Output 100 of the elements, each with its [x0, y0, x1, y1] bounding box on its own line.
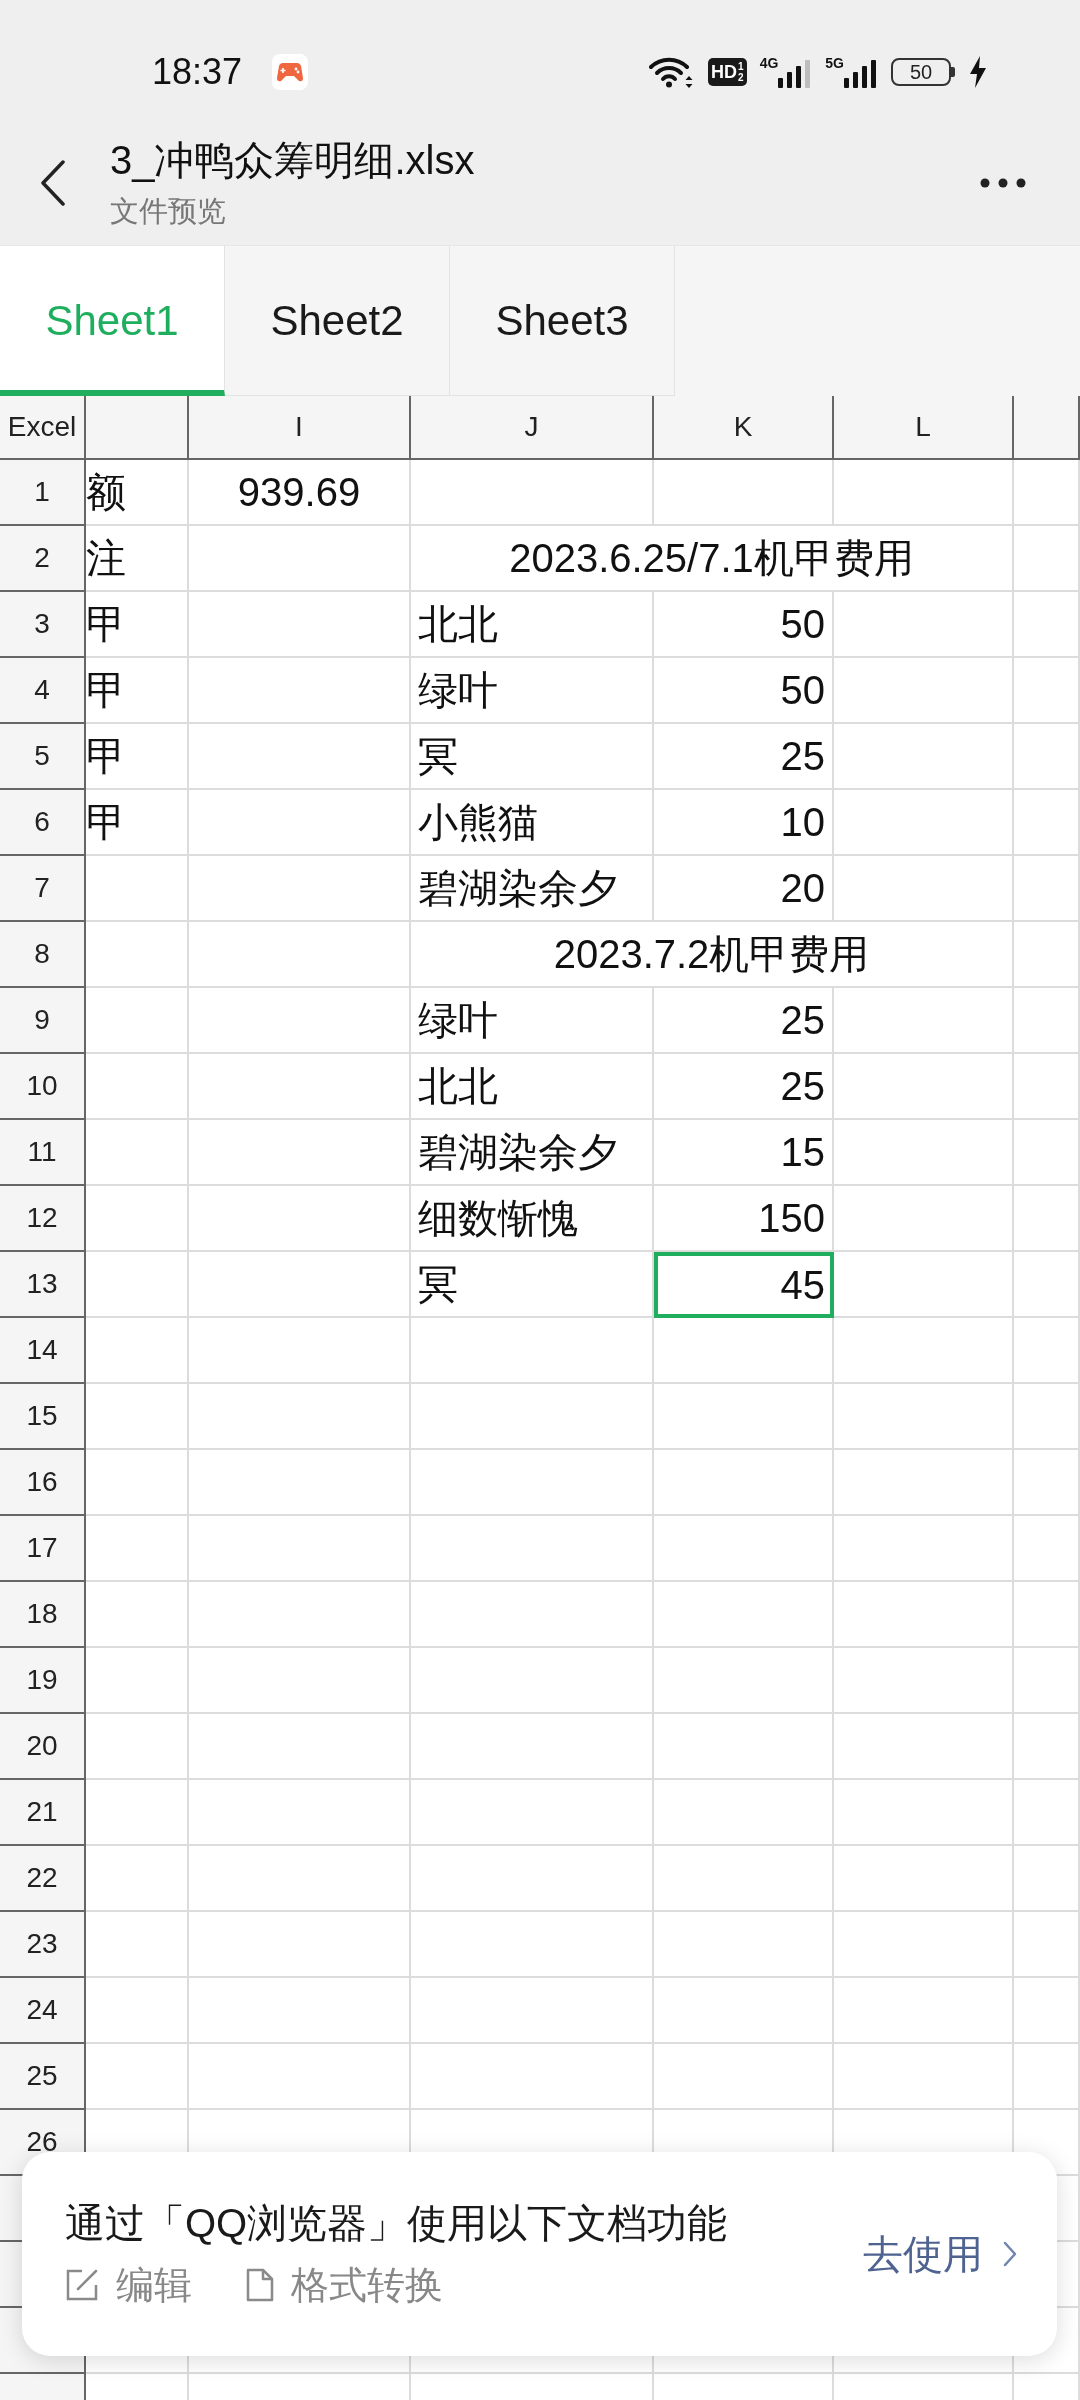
row-number[interactable]: 1	[0, 460, 86, 526]
table-cell[interactable]: 25	[654, 1054, 834, 1120]
table-cell[interactable]	[654, 1582, 834, 1648]
column-header[interactable]: J	[411, 396, 654, 460]
table-cell[interactable]	[834, 1054, 1014, 1120]
table-cell[interactable]	[189, 1450, 411, 1516]
table-cell[interactable]	[834, 1978, 1014, 2044]
table-cell[interactable]	[86, 1780, 189, 1846]
table-cell[interactable]	[189, 1252, 411, 1318]
row-number[interactable]: 15	[0, 1384, 86, 1450]
row-number[interactable]: 9	[0, 988, 86, 1054]
table-cell[interactable]	[86, 1252, 189, 1318]
table-cell[interactable]	[1014, 592, 1080, 658]
column-header[interactable]: I	[189, 396, 411, 460]
row-number[interactable]: 2	[0, 526, 86, 592]
table-cell[interactable]: 20	[654, 856, 834, 922]
row-number[interactable]: 10	[0, 1054, 86, 1120]
table-cell[interactable]	[834, 724, 1014, 790]
table-cell[interactable]: 2023.7.2机甲费用	[411, 922, 1014, 988]
table-cell[interactable]	[189, 724, 411, 790]
table-cell[interactable]	[411, 1978, 654, 2044]
table-cell[interactable]	[86, 922, 189, 988]
table-cell[interactable]: 甲	[86, 592, 189, 658]
table-cell[interactable]	[189, 1714, 411, 1780]
row-number[interactable]: 18	[0, 1582, 86, 1648]
table-cell[interactable]	[189, 526, 411, 592]
table-cell[interactable]	[834, 1516, 1014, 1582]
table-cell[interactable]	[834, 1846, 1014, 1912]
table-cell[interactable]	[834, 856, 1014, 922]
table-cell[interactable]	[1014, 1252, 1080, 1318]
table-cell[interactable]	[1014, 1384, 1080, 1450]
table-cell[interactable]	[654, 1450, 834, 1516]
table-cell[interactable]	[1014, 1780, 1080, 1846]
row-number[interactable]: 6	[0, 790, 86, 856]
row-number[interactable]: 8	[0, 922, 86, 988]
table-cell[interactable]	[86, 1846, 189, 1912]
table-cell[interactable]	[1014, 1978, 1080, 2044]
table-cell[interactable]	[86, 1318, 189, 1384]
table-cell[interactable]	[86, 1450, 189, 1516]
table-cell[interactable]: 150	[654, 1186, 834, 1252]
table-cell[interactable]: 甲	[86, 658, 189, 724]
row-number[interactable]: 19	[0, 1648, 86, 1714]
table-cell[interactable]	[189, 1912, 411, 1978]
row-number[interactable]: 17	[0, 1516, 86, 1582]
table-cell[interactable]	[189, 658, 411, 724]
table-cell[interactable]	[189, 1384, 411, 1450]
use-button[interactable]: 去使用	[863, 2234, 1017, 2274]
table-cell[interactable]	[654, 1318, 834, 1384]
row-number[interactable]: 22	[0, 1846, 86, 1912]
table-cell[interactable]	[1014, 1582, 1080, 1648]
table-cell[interactable]	[411, 2044, 654, 2110]
table-cell[interactable]: 冥	[411, 1252, 654, 1318]
table-cell[interactable]	[189, 1516, 411, 1582]
table-cell[interactable]	[1014, 2044, 1080, 2110]
table-cell[interactable]	[189, 1582, 411, 1648]
table-cell[interactable]	[86, 1582, 189, 1648]
table-cell[interactable]	[1014, 1846, 1080, 1912]
table-cell[interactable]: 冥	[411, 724, 654, 790]
table-cell[interactable]	[189, 2044, 411, 2110]
row-number[interactable]: 7	[0, 856, 86, 922]
table-cell[interactable]	[654, 1714, 834, 1780]
table-cell[interactable]	[86, 1516, 189, 1582]
table-cell[interactable]	[86, 1054, 189, 1120]
table-cell[interactable]	[834, 1318, 1014, 1384]
table-cell[interactable]	[411, 1450, 654, 1516]
table-cell[interactable]	[189, 1780, 411, 1846]
table-cell[interactable]	[86, 1714, 189, 1780]
table-cell[interactable]	[1014, 1912, 1080, 1978]
table-cell[interactable]	[411, 1516, 654, 1582]
row-number[interactable]: 25	[0, 2044, 86, 2110]
column-header[interactable]: K	[654, 396, 834, 460]
table-cell[interactable]	[1014, 1450, 1080, 1516]
table-cell[interactable]	[86, 856, 189, 922]
sheet-tab[interactable]: Sheet3	[450, 246, 675, 396]
table-cell[interactable]	[834, 1714, 1014, 1780]
table-cell[interactable]	[86, 1384, 189, 1450]
table-cell[interactable]	[834, 790, 1014, 856]
table-cell[interactable]	[86, 1978, 189, 2044]
table-cell[interactable]: 绿叶	[411, 988, 654, 1054]
row-number[interactable]: 5	[0, 724, 86, 790]
table-cell[interactable]	[834, 1582, 1014, 1648]
table-cell[interactable]: 小熊猫	[411, 790, 654, 856]
row-number[interactable]: 16	[0, 1450, 86, 1516]
table-cell[interactable]: 甲	[86, 724, 189, 790]
table-cell[interactable]	[654, 1978, 834, 2044]
table-cell[interactable]	[411, 1912, 654, 1978]
table-cell[interactable]	[654, 1516, 834, 1582]
table-cell[interactable]	[189, 922, 411, 988]
table-cell[interactable]	[1014, 922, 1080, 988]
table-cell[interactable]	[1014, 1318, 1080, 1384]
table-cell[interactable]	[654, 1780, 834, 1846]
table-cell[interactable]: 939.69	[189, 460, 411, 526]
table-cell[interactable]	[654, 1846, 834, 1912]
table-cell[interactable]	[834, 1450, 1014, 1516]
table-cell[interactable]: 碧湖染余夕	[411, 856, 654, 922]
table-cell[interactable]	[834, 1384, 1014, 1450]
table-cell[interactable]	[1014, 1186, 1080, 1252]
table-cell[interactable]: 45	[654, 1252, 834, 1318]
table-cell[interactable]	[411, 1846, 654, 1912]
table-cell[interactable]: 15	[654, 1120, 834, 1186]
